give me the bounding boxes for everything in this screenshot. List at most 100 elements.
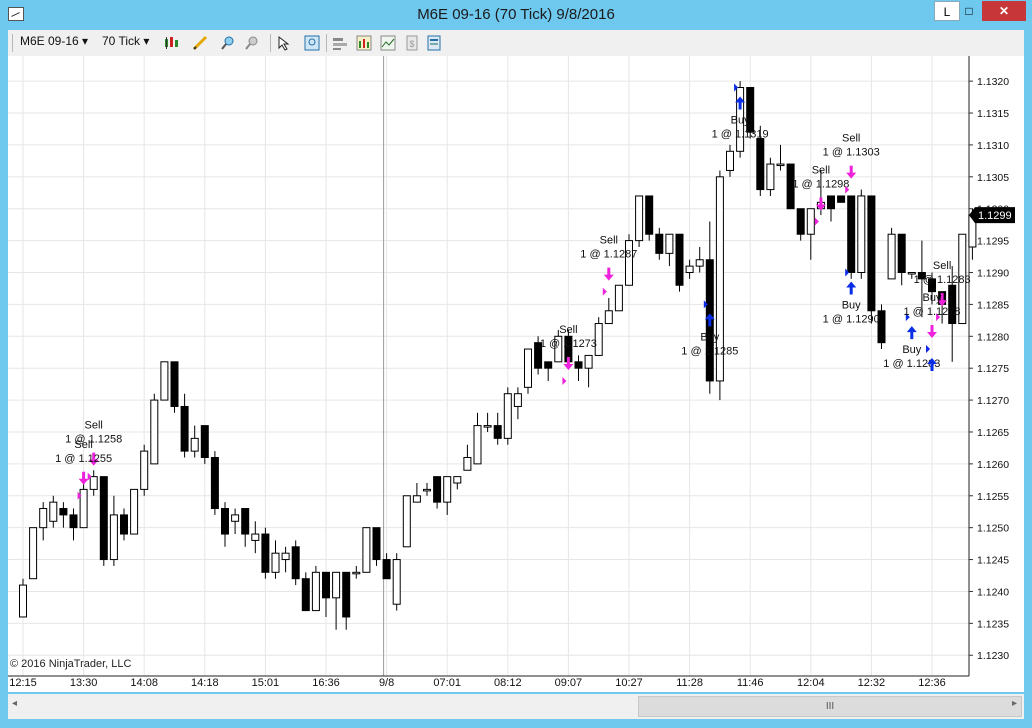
- candle-down: [867, 195, 876, 312]
- title-bar[interactable]: M6E 09-16 (70 Tick) 9/8/2016 L □ ✕: [0, 0, 1032, 30]
- chart-toolbar: M6E 09-16 ▾ 70 Tick ▾ $: [8, 30, 1024, 57]
- y-tick-label: 1.1310: [977, 140, 1009, 152]
- candle-up: [311, 571, 320, 612]
- zoom-in-icon[interactable]: [220, 35, 236, 51]
- buy-arrow: [906, 326, 917, 340]
- candle-down: [342, 571, 351, 618]
- y-tick-label: 1.1240: [977, 586, 1009, 598]
- candle-up: [726, 150, 734, 171]
- strategies-icon[interactable]: [380, 35, 396, 51]
- candle-down: [170, 361, 179, 407]
- candle-down: [69, 514, 78, 529]
- buy-label: Buy: [731, 115, 750, 127]
- horizontal-scrollbar[interactable]: ◂ III ▸: [8, 694, 1024, 719]
- candle-down: [301, 578, 310, 612]
- candle-up: [140, 450, 149, 490]
- sell-label: Sell: [933, 260, 951, 272]
- candle-up: [39, 508, 48, 529]
- x-tick-label: 16:36: [312, 677, 340, 689]
- buy-price-label: 1 @ 1.1285: [681, 345, 738, 357]
- candle-up: [271, 552, 280, 573]
- candle-up: [49, 501, 58, 522]
- sell-label: Sell: [842, 133, 860, 145]
- buy-label: Buy: [902, 344, 921, 356]
- close-button[interactable]: ✕: [982, 1, 1026, 21]
- candle-up: [887, 233, 896, 280]
- period-selector[interactable]: 70 Tick ▾: [102, 34, 149, 48]
- drawing-tools-icon[interactable]: [192, 35, 208, 51]
- period-label: 70 Tick: [102, 34, 141, 48]
- candle-down: [382, 559, 391, 580]
- candle-up: [190, 437, 199, 452]
- copyright-text: © 2016 NinjaTrader, LLC: [10, 658, 131, 670]
- candle-up: [776, 163, 785, 167]
- x-tick-label: 10:27: [615, 677, 643, 689]
- sell-label: Buy: [923, 292, 942, 304]
- candle-up: [685, 265, 694, 274]
- candle-up: [483, 425, 492, 428]
- x-tick-label: 13:30: [70, 677, 98, 689]
- x-tick-label: 12:32: [858, 677, 886, 689]
- y-tick-label: 1.1290: [977, 268, 1009, 280]
- magnify-icon[interactable]: [304, 35, 320, 51]
- y-tick-label: 1.1235: [977, 618, 1009, 630]
- svg-text:$: $: [409, 39, 414, 49]
- candle-up: [231, 514, 240, 522]
- alerts-icon[interactable]: $: [404, 35, 420, 51]
- scroll-right-icon[interactable]: ▸: [1012, 698, 1017, 709]
- y-tick-label: 1.1270: [977, 395, 1009, 407]
- candle-up: [463, 456, 472, 471]
- sell-fill-marker: [814, 217, 819, 226]
- candle-down: [645, 195, 654, 235]
- y-tick-label: 1.1305: [977, 172, 1009, 184]
- chart-panel[interactable]: 1.13201.13151.13101.13051.13001.12951.12…: [8, 56, 1024, 692]
- toolbar-separator: [326, 34, 327, 52]
- x-tick-label: 12:15: [9, 677, 37, 689]
- y-tick-label: 1.1260: [977, 459, 1009, 471]
- candle-up: [19, 584, 27, 618]
- candle-up: [604, 310, 613, 325]
- candle-up: [352, 571, 361, 575]
- candlestick-style-icon[interactable]: [164, 35, 180, 51]
- buy-label: Buy: [842, 300, 861, 312]
- maximize-button[interactable]: □: [956, 1, 982, 21]
- buy-price-label: 1 @ 1.1319: [712, 129, 769, 141]
- scroll-left-icon[interactable]: ◂: [12, 698, 17, 709]
- candle-up: [109, 514, 118, 561]
- price-chart[interactable]: 1.13201.13151.13101.13051.13001.12951.12…: [8, 56, 1024, 692]
- candle-up: [473, 425, 482, 465]
- x-tick-label: 07:01: [433, 677, 461, 689]
- y-tick-label: 1.1250: [977, 523, 1009, 535]
- candle-up: [524, 348, 532, 388]
- sell-fill-marker: [562, 376, 567, 385]
- candle-down: [574, 361, 583, 369]
- instrument-selector[interactable]: M6E 09-16 ▾: [20, 34, 88, 48]
- sell-label: Sell: [812, 164, 830, 176]
- candle-up: [412, 495, 421, 503]
- candle-down: [180, 405, 189, 452]
- y-tick-label: 1.1295: [977, 236, 1009, 248]
- cursor-icon[interactable]: [276, 35, 292, 51]
- chart-window: M6E 09-16 (70 Tick) 9/8/2016 L □ ✕ M6E 0…: [0, 0, 1032, 728]
- scroll-thumb[interactable]: III: [638, 696, 1022, 717]
- zoom-out-icon[interactable]: [244, 35, 260, 51]
- candle-down: [827, 195, 835, 210]
- x-tick-label: 11:46: [737, 677, 764, 689]
- candle-up: [402, 495, 411, 548]
- x-tick-label: 9/8: [379, 677, 394, 689]
- data-box-icon[interactable]: [332, 35, 348, 51]
- candle-down: [756, 138, 765, 191]
- sell-price-label: 1 @ 1.1283: [914, 274, 971, 286]
- sell-label: Sell: [600, 235, 618, 247]
- x-tick-label: 15:01: [252, 677, 280, 689]
- properties-icon[interactable]: [426, 35, 442, 51]
- chevron-down-icon: ▾: [82, 34, 89, 48]
- indicators-icon[interactable]: [356, 35, 372, 51]
- x-tick-label: 11:28: [676, 677, 703, 689]
- y-tick-label: 1.1275: [977, 363, 1009, 375]
- sell-price-label: 1 @ 1.1298: [792, 178, 849, 190]
- candle-down: [675, 233, 684, 286]
- candle-down: [493, 425, 502, 439]
- candle-down: [837, 195, 846, 203]
- candle-down: [897, 233, 906, 274]
